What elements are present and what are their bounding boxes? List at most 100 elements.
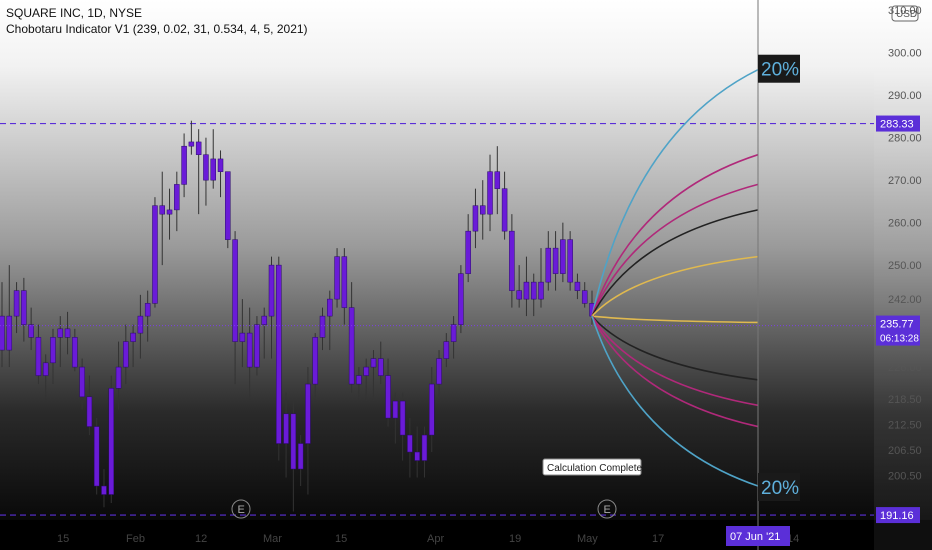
candle-body-66[interactable] (479, 205, 486, 215)
candle-body-9[interactable] (64, 328, 71, 338)
candle-body-8[interactable] (57, 328, 64, 338)
candle-body-56[interactable] (407, 434, 413, 453)
candle-body-65[interactable] (472, 205, 479, 232)
price-tick-12: 206.50 (888, 445, 922, 457)
candle-body-6[interactable] (42, 362, 49, 376)
candle-body-2[interactable] (13, 290, 20, 317)
candle-body-73[interactable] (530, 281, 537, 300)
candle-body-43[interactable] (312, 337, 318, 385)
candle-body-25[interactable] (181, 145, 187, 185)
time-tick-6: 19 (509, 533, 521, 545)
candle-body-63[interactable] (458, 273, 464, 325)
candle-body-4[interactable] (28, 324, 34, 338)
candle-body-1[interactable] (6, 315, 13, 351)
candle-body-32[interactable] (232, 239, 238, 342)
price-chart[interactable]: 310.00300.00290.00280.00270.00260.00250.… (0, 0, 932, 550)
candle-body-40[interactable] (290, 413, 297, 470)
candle-body-0[interactable] (0, 315, 5, 351)
candle-body-10[interactable] (72, 337, 78, 368)
candle-body-53[interactable] (385, 375, 391, 419)
candle-body-57[interactable] (414, 451, 420, 461)
earnings-marker-1[interactable]: E (604, 504, 611, 516)
candle-body-76[interactable] (552, 247, 559, 274)
candle-body-18[interactable] (130, 332, 136, 342)
candle-body-75[interactable] (545, 247, 552, 283)
candle-body-21[interactable] (152, 205, 158, 304)
candle-body-31[interactable] (225, 171, 231, 240)
candle-body-29[interactable] (210, 158, 216, 181)
candle-body-70[interactable] (509, 230, 515, 291)
candle-body-20[interactable] (144, 303, 151, 317)
candle-body-16[interactable] (115, 366, 122, 389)
candle-body-61[interactable] (443, 341, 450, 359)
candle-body-12[interactable] (86, 396, 93, 427)
candle-body-39[interactable] (283, 413, 289, 444)
candle-body-15[interactable] (108, 388, 115, 495)
candle-body-77[interactable] (560, 239, 566, 274)
currency-badge: USD (896, 9, 917, 20)
candle-body-78[interactable] (567, 239, 573, 283)
candle-body-44[interactable] (319, 315, 326, 338)
candle-body-47[interactable] (341, 256, 348, 308)
candle-body-23[interactable] (166, 209, 173, 215)
candle-body-24[interactable] (174, 184, 180, 211)
candle-body-48[interactable] (348, 307, 355, 385)
candle-body-69[interactable] (501, 188, 508, 232)
candle-body-55[interactable] (399, 400, 406, 436)
candle-body-42[interactable] (305, 383, 311, 444)
chart-stage[interactable]: 310.00 300.00 290.00 280.00 270.00 260.00 250.… (0, 0, 932, 550)
candle-body-26[interactable] (188, 141, 195, 147)
candle-body-62[interactable] (450, 324, 457, 342)
time-tick-1: Feb (126, 533, 145, 545)
candle-body-28[interactable] (203, 154, 209, 181)
candle-body-64[interactable] (465, 230, 471, 274)
price-tick-10: 218.50 (888, 394, 922, 406)
candle-body-22[interactable] (159, 205, 165, 215)
candle-body-35[interactable] (254, 324, 260, 368)
date-marker-label: 07 Jun '21 (730, 531, 780, 543)
candle-body-33[interactable] (239, 332, 246, 342)
candle-body-34[interactable] (246, 332, 253, 368)
candle-body-51[interactable] (370, 358, 377, 368)
candle-body-38[interactable] (276, 264, 282, 444)
candle-body-67[interactable] (487, 171, 493, 215)
price-tick-4: 270.00 (888, 175, 922, 187)
candle-body-37[interactable] (268, 264, 275, 317)
candle-body-79[interactable] (574, 281, 581, 291)
candle-body-50[interactable] (363, 366, 369, 376)
price-tick-5: 260.00 (888, 218, 922, 230)
candle-body-54[interactable] (392, 400, 399, 419)
earnings-marker-0[interactable]: E (238, 504, 245, 516)
candle-body-5[interactable] (35, 337, 42, 376)
candle-body-45[interactable] (327, 298, 333, 317)
candle-body-11[interactable] (79, 366, 85, 398)
candle-body-7[interactable] (50, 337, 56, 364)
candle-body-46[interactable] (334, 256, 340, 300)
price-tick-13: 200.50 (888, 470, 922, 482)
candle-body-3[interactable] (21, 290, 27, 325)
candle-body-17[interactable] (123, 341, 129, 368)
candle-body-72[interactable] (523, 281, 530, 300)
candle-body-13[interactable] (93, 426, 100, 487)
candle-body-68[interactable] (494, 171, 501, 189)
price-axis-panel (874, 0, 932, 550)
candle-body-41[interactable] (297, 443, 304, 470)
candle-body-71[interactable] (516, 290, 522, 300)
price-tick-3: 280.00 (888, 133, 922, 145)
candle-body-36[interactable] (261, 315, 267, 325)
price-tick-9: 226.00 (888, 362, 922, 374)
candle-body-60[interactable] (436, 358, 442, 385)
candle-body-14[interactable] (101, 485, 107, 495)
candle-body-19[interactable] (137, 315, 144, 334)
candle-body-30[interactable] (217, 158, 224, 172)
candle-body-58[interactable] (421, 434, 428, 461)
candle-body-59[interactable] (429, 383, 435, 436)
candle-body-52[interactable] (378, 358, 384, 376)
candle-body-27[interactable] (195, 141, 202, 155)
candle-body-74[interactable] (538, 281, 544, 300)
candle-body-80[interactable] (581, 290, 588, 304)
candle-body-49[interactable] (356, 375, 362, 385)
calculation-tooltip: Calculation Complete (547, 463, 642, 474)
upper-percent-label: 20% (761, 60, 799, 81)
hline-label-0: 283.33 (880, 119, 914, 131)
